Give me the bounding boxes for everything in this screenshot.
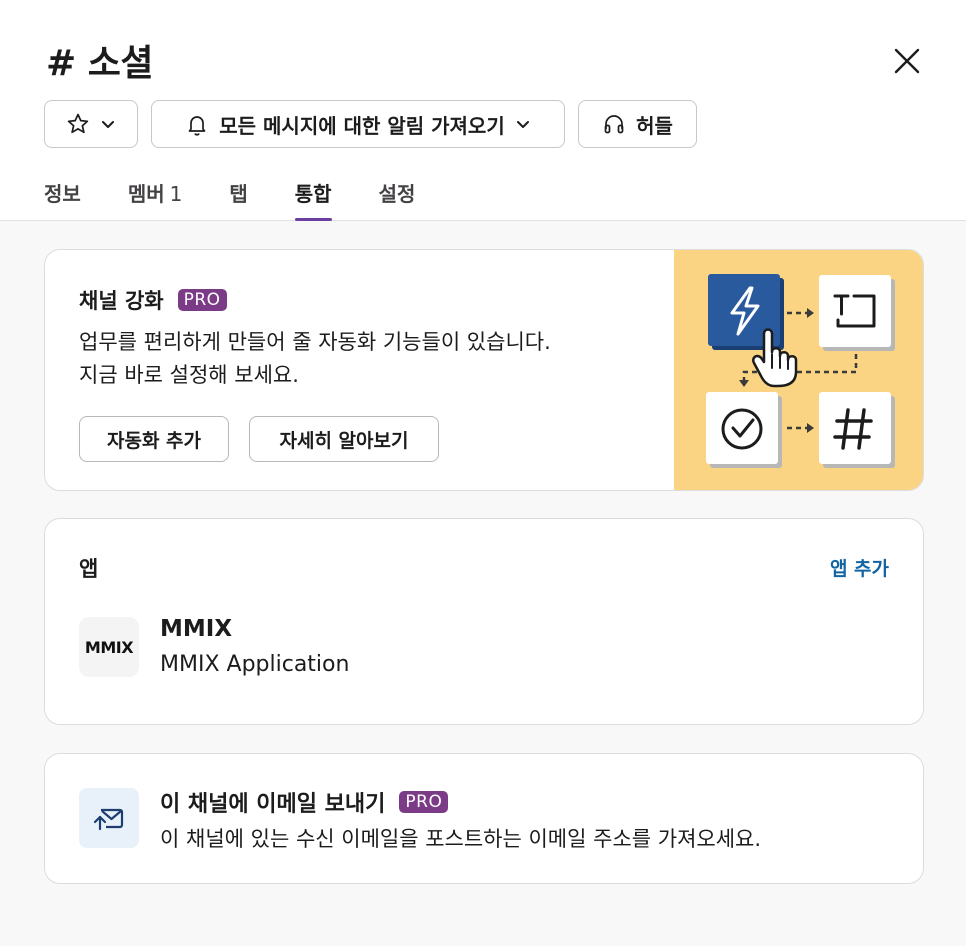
tab-label: 멤버 xyxy=(127,182,165,206)
boost-title-row: 채널 강화 PRO xyxy=(79,285,227,315)
add-automation-button[interactable]: 자동화 추가 xyxy=(79,416,229,462)
pro-badge: PRO xyxy=(399,791,449,813)
tab-integrations[interactable]: 통합 xyxy=(294,178,332,221)
automation-illustration xyxy=(674,250,923,490)
tab-bar: 정보 멤버 1 탭 통합 설정 xyxy=(44,178,462,221)
boost-description: 업무를 편리하게 만들어 줄 자동화 기능들이 있습니다. 지금 바로 설정해 … xyxy=(79,326,679,392)
tab-tabs[interactable]: 탭 xyxy=(229,178,247,221)
email-title: 이 채널에 이메일 보내기 xyxy=(160,792,386,817)
email-icon xyxy=(79,788,139,848)
huddle-label: 허들 xyxy=(636,113,673,138)
email-title-row: 이 채널에 이메일 보내기 PRO xyxy=(160,786,449,818)
apps-title: 앱 xyxy=(79,557,99,581)
huddle-button[interactable]: 허들 xyxy=(578,100,697,148)
hash-icon xyxy=(819,392,895,468)
apps-card: 앱 앱 추가 MMIX MMIX MMIX Application xyxy=(44,518,924,725)
pro-badge: PRO xyxy=(177,289,227,311)
text-icon xyxy=(819,275,895,351)
app-name[interactable]: MMIX xyxy=(160,616,232,642)
tab-settings[interactable]: 설정 xyxy=(379,178,416,221)
boost-desc-line: 지금 바로 설정해 보세요. xyxy=(79,363,299,387)
chevron-down-icon xyxy=(102,121,114,128)
app-description: MMIX Application xyxy=(160,652,350,677)
star-icon xyxy=(67,113,89,134)
close-icon xyxy=(894,48,920,74)
page-title: # 소셜 xyxy=(46,43,153,84)
email-card[interactable]: 이 채널에 이메일 보내기 PRO 이 채널에 있는 수신 이메일을 포스트하는… xyxy=(44,753,924,884)
star-button[interactable] xyxy=(44,100,138,148)
notification-label: 모든 메시지에 대한 알림 가져오기 xyxy=(219,113,505,138)
app-logo[interactable]: MMIX xyxy=(79,617,139,677)
tab-label: 탭 xyxy=(229,182,248,206)
headphones-icon xyxy=(604,115,624,134)
tab-members[interactable]: 멤버 1 xyxy=(128,178,183,221)
boost-desc-line: 업무를 편리하게 만들어 줄 자동화 기능들이 있습니다. xyxy=(79,330,551,354)
channel-boost-card: 채널 강화 PRO 업무를 편리하게 만들어 줄 자동화 기능들이 있습니다. … xyxy=(44,249,924,491)
add-app-link[interactable]: 앱 추가 xyxy=(830,554,889,581)
chevron-down-icon xyxy=(516,121,529,128)
close-button[interactable] xyxy=(888,42,926,80)
email-description: 이 채널에 있는 수신 이메일을 포스트하는 이메일 주소를 가져오세요. xyxy=(160,827,762,851)
member-count: 1 xyxy=(169,182,183,206)
notification-settings-button[interactable]: 모든 메시지에 대한 알림 가져오기 xyxy=(151,100,565,148)
check-icon xyxy=(706,392,782,468)
channel-header: # 소셜 모든 메시지에 대한 알림 가져오기 허들 정보 멤버 1 탭 통합 설… xyxy=(0,0,966,221)
boost-title: 채널 강화 xyxy=(79,289,164,313)
tab-label: 통합 xyxy=(294,182,332,206)
tab-about[interactable]: 정보 xyxy=(44,178,81,221)
learn-more-button[interactable]: 자세히 알아보기 xyxy=(249,416,439,462)
tab-label: 설정 xyxy=(378,182,416,206)
bell-icon xyxy=(188,116,206,136)
tab-label: 정보 xyxy=(44,182,81,206)
